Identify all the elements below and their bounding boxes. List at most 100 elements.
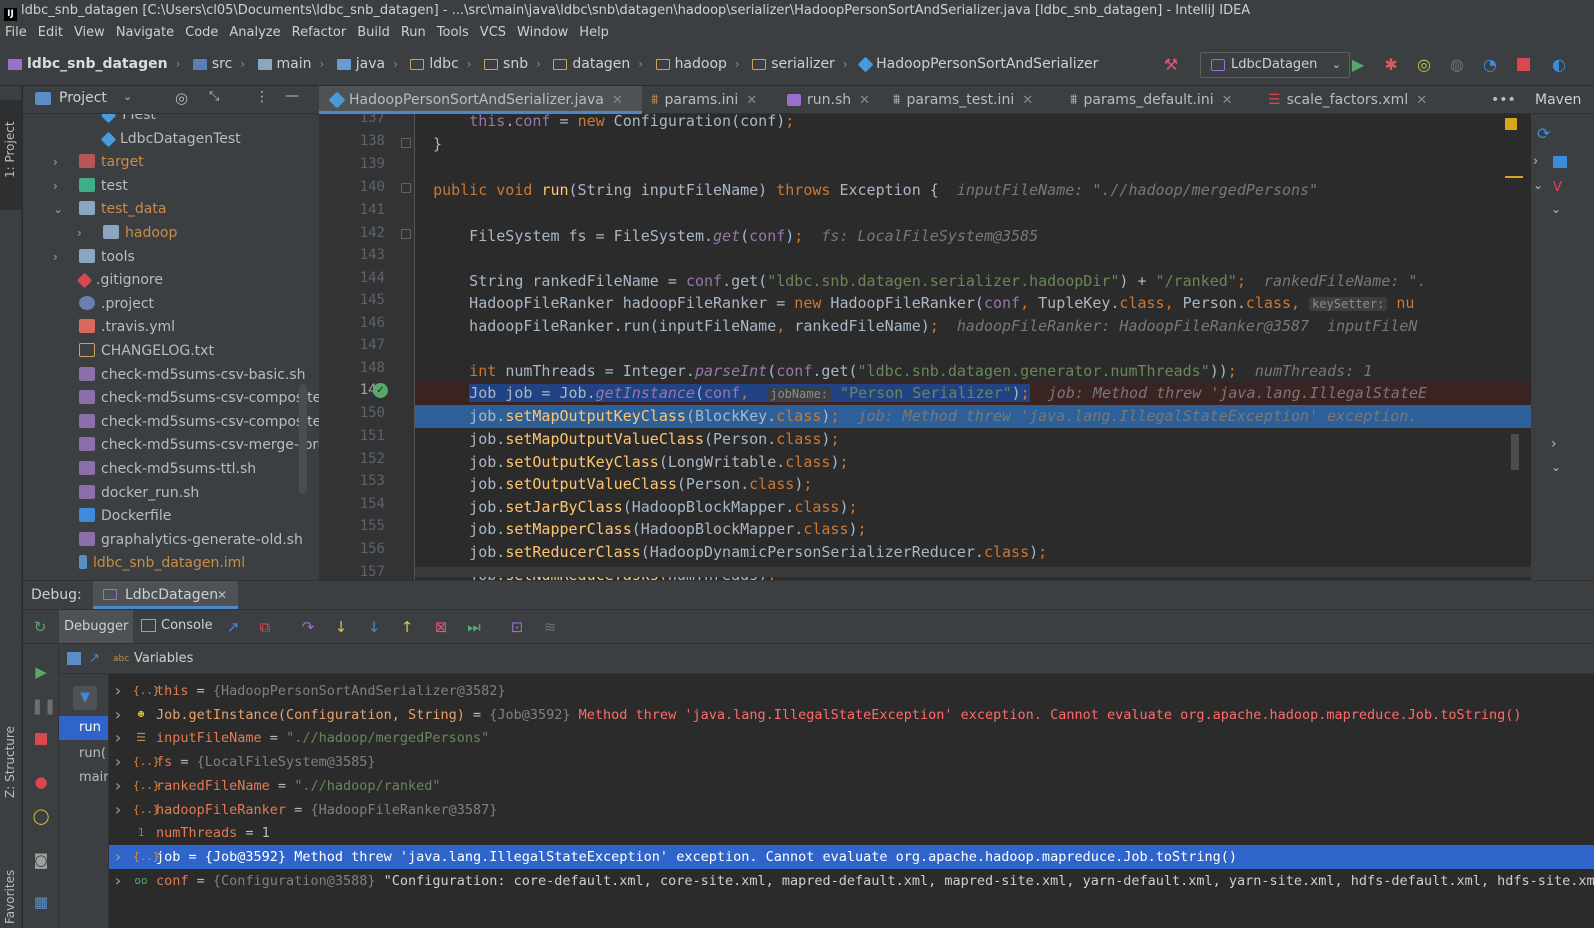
close-icon[interactable]: ✕ [217, 581, 227, 609]
breadcrumb-hadoop[interactable]: hadoop › [655, 56, 748, 72]
variable-row[interactable]: › {..} job = {Job@3592} Method threw 'java… [109, 844, 1594, 869]
evaluate-expression-icon[interactable]: ⊡ [507, 617, 527, 637]
editor-scrollbar-thumb[interactable] [1511, 434, 1519, 470]
refresh-icon[interactable]: ⟳ [1537, 124, 1550, 143]
chevron-right-icon[interactable]: › [113, 703, 123, 727]
breadcrumb-project[interactable]: ldbc_snb_datagen › [8, 56, 188, 72]
chevron-right-icon[interactable]: › [77, 222, 91, 245]
breadcrumb-main[interactable]: main › [257, 56, 333, 72]
tree-scrollbar[interactable] [299, 384, 307, 494]
tree-item[interactable]: Dockerfile [53, 505, 171, 528]
locate-file-icon[interactable]: ◎ [175, 89, 188, 107]
menu-run[interactable]: Run [396, 22, 432, 44]
variable-row[interactable]: › {..} rankedFileName = ".//hadoop/ranked" [109, 774, 1594, 798]
chevron-right-icon[interactable]: › [53, 246, 67, 269]
chevron-right-icon[interactable]: › [53, 175, 67, 198]
frame-item[interactable]: mair [79, 766, 108, 790]
step-out-icon[interactable]: ↑ [397, 617, 417, 637]
breadcrumb-serializer[interactable]: serializer › [752, 56, 855, 72]
chevron-right-icon[interactable]: › [53, 151, 67, 174]
close-icon[interactable]: ✕ [1222, 93, 1233, 108]
favorites-tool-label[interactable]: Favorites [3, 870, 17, 924]
tree-item[interactable]: CHANGELOG.txt [53, 340, 214, 363]
breadcrumb-snb[interactable]: snb › [484, 56, 549, 72]
menu-window[interactable]: Window [512, 22, 574, 44]
tree-item[interactable]: check-md5sums-csv-merge-fore [53, 434, 319, 457]
fold-icon[interactable] [401, 183, 411, 193]
chevron-right-icon[interactable]: › [113, 798, 123, 822]
filter-icon[interactable]: ▼ [73, 686, 97, 710]
tree-item[interactable]: › hadoop [77, 222, 177, 245]
tree-item[interactable]: › tools [53, 246, 135, 269]
layout-icon[interactable]: ▦ [31, 892, 51, 912]
tree-item[interactable]: LdbcDatagenTest [77, 128, 241, 151]
close-icon[interactable]: ✕ [1416, 93, 1427, 108]
run-to-cursor-icon[interactable]: ⏭ [464, 617, 484, 637]
breadcrumb-src[interactable]: src › [192, 56, 253, 72]
variable-row[interactable]: › ☻ Job.getInstance(Configuration, String)… [109, 703, 1594, 727]
breadcrumb-class[interactable]: HadoopPersonSortAndSerializer [857, 56, 1098, 72]
view-breakpoints-icon[interactable]: ● [31, 772, 51, 792]
drop-frame-icon[interactable]: ⊠ [431, 617, 451, 637]
debug-bug-icon[interactable]: ✱ [1380, 54, 1402, 76]
editor-gutter[interactable]: 137 138 139 140 141 142 143 144 145 146 … [319, 114, 415, 580]
tree-item[interactable]: .travis.yml [53, 316, 175, 339]
chevron-right-icon[interactable]: › [1533, 154, 1538, 169]
close-icon[interactable]: ✕ [1022, 93, 1033, 108]
menu-vcs[interactable]: VCS [475, 22, 512, 44]
breadcrumb-java[interactable]: java › [336, 56, 406, 72]
structure-tool-label[interactable]: Z: Structure [3, 726, 17, 798]
tab-run-sh[interactable]: run.sh ✕ [781, 86, 881, 114]
profile-icon[interactable]: ◍ [1446, 54, 1468, 76]
chevron-down-icon[interactable]: ⌄ [1551, 202, 1561, 216]
trace-current-stream-icon[interactable]: ≋ [540, 617, 560, 637]
project-view-label[interactable]: Project [59, 90, 107, 106]
menu-navigate[interactable]: Navigate [111, 22, 180, 44]
coverage-icon[interactable]: ◎ [1413, 54, 1435, 76]
chevron-right-icon[interactable]: › [113, 845, 123, 869]
tab-params-default-ini[interactable]: ⩩ params_default.ini ✕ [1064, 86, 1254, 114]
tree-item[interactable]: TTest [77, 114, 156, 127]
maven-tool-label[interactable]: Maven [1531, 86, 1594, 114]
show-frame-icon[interactable]: ⧉ [255, 617, 275, 637]
chevron-right-icon[interactable]: › [113, 869, 123, 893]
tab-debugger[interactable]: Debugger [59, 610, 133, 643]
fold-icon[interactable] [401, 138, 411, 148]
menu-refactor[interactable]: Refactor [287, 22, 353, 44]
tab-console[interactable]: Console [161, 618, 213, 633]
tree-item[interactable]: › target [53, 151, 144, 174]
variable-row[interactable]: › {..} this = {HadoopPersonSortAndSerializ… [109, 679, 1594, 703]
chevron-down-icon[interactable]: ⌄ [1533, 178, 1543, 192]
warning-marker-icon[interactable] [1505, 118, 1517, 130]
menu-tools[interactable]: Tools [432, 22, 475, 44]
chevron-down-icon[interactable]: ⌄ [53, 198, 67, 221]
tree-item[interactable]: .gitignore [53, 269, 163, 292]
tree-item[interactable]: graphalytics-generate-old.sh [53, 529, 303, 552]
breadcrumb-ldbc[interactable]: ldbc › [410, 56, 479, 72]
stop-icon[interactable] [31, 730, 51, 750]
menu-view[interactable]: View [69, 22, 111, 44]
chevron-down-icon[interactable]: ⌄ [123, 90, 132, 103]
breadcrumb-datagen[interactable]: datagen › [553, 56, 651, 72]
chevron-right-icon[interactable]: › [113, 726, 123, 750]
menu-code[interactable]: Code [180, 22, 224, 44]
tab-scale-factors-xml[interactable]: ☰ scale_factors.xml ✕ [1262, 86, 1452, 114]
code-editor[interactable]: this.conf = new Configuration(conf); } p… [415, 114, 1531, 580]
debug-session-tab[interactable]: LdbcDatagen ✕ [93, 581, 238, 609]
menu-help[interactable]: Help [574, 22, 615, 44]
variable-row[interactable]: › ☰ inputFileName = ".//hadoop/mergedPerso… [109, 726, 1594, 750]
more-tabs-button[interactable]: ••• [1485, 86, 1525, 114]
tree-item[interactable]: check-md5sums-csv-basic.sh [53, 364, 306, 387]
tree-item[interactable]: check-md5sums-ttl.sh [53, 458, 256, 481]
rerun-icon[interactable]: ↻ [30, 617, 50, 637]
chevron-down-icon[interactable]: ⌄ [1551, 460, 1561, 474]
hide-panel-icon[interactable]: — [285, 88, 299, 104]
chevron-right-icon[interactable]: › [113, 750, 123, 774]
tree-item[interactable]: ⌄ test_data [53, 198, 166, 221]
variable-row[interactable]: › oo conf = {Configuration@3588} "Configur… [109, 869, 1594, 893]
tree-item[interactable]: check-md5sums-csv-composite [53, 387, 319, 410]
close-icon[interactable]: ✕ [859, 93, 870, 108]
camera-icon[interactable]: ◙ [31, 850, 51, 870]
run-icon[interactable]: ▶ [1347, 54, 1369, 76]
run-configuration-select[interactable]: LdbcDatagen ⌄ [1200, 52, 1350, 78]
